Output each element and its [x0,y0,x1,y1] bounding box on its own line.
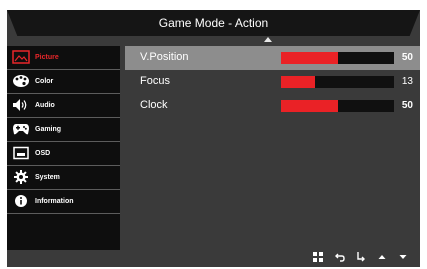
sidebar-item-label: Picture [35,54,59,61]
slider-fill [281,52,338,64]
sidebar-item-label: System [35,174,60,181]
sidebar-item-label: Audio [35,102,55,109]
sidebar-item-label: Gaming [35,126,62,133]
scroll-up-indicator-icon [264,37,272,42]
setting-label: Focus [140,75,170,87]
clock-slider[interactable] [281,100,394,112]
back-icon[interactable] [333,252,347,264]
gamepad-icon [12,122,30,136]
focus-slider[interactable] [281,76,394,88]
sidebar-item-label: OSD [35,150,51,157]
gear-icon [12,170,30,184]
sidebar-item-picture[interactable]: Picture [7,46,120,70]
sidebar-item-system[interactable]: System [7,166,120,190]
sidebar: Picture Color Audio Gaming OSD System In… [7,46,120,250]
menu-grid-icon[interactable] [311,252,325,264]
sidebar-item-information[interactable]: Information [7,190,120,214]
sidebar-item-label: Information [35,198,74,205]
info-icon [12,194,30,208]
slider-fill [281,76,315,88]
setting-value: 13 [401,76,413,87]
setting-value: 50 [401,52,413,63]
osd-window: Game Mode - Action Picture Color Audio G… [7,10,420,267]
down-arrow-icon[interactable] [396,252,410,264]
picture-icon [12,50,30,64]
up-arrow-icon[interactable] [375,252,389,264]
palette-icon [12,74,30,88]
setting-label: V.Position [140,51,189,63]
sidebar-item-audio[interactable]: Audio [7,94,120,118]
sidebar-item-osd[interactable]: OSD [7,142,120,166]
button-guide-bar [7,250,420,267]
osd-title: Game Mode - Action [7,10,420,36]
setting-row-focus[interactable]: Focus 13 [125,70,420,94]
v-position-slider[interactable] [281,52,394,64]
setting-row-clock[interactable]: Clock 50 [125,94,420,118]
speaker-icon [12,98,30,112]
setting-label: Clock [140,99,168,111]
sidebar-item-label: Color [35,78,54,85]
osd-icon [12,146,30,160]
settings-panel: V.Position 50 Focus 13 Clock 50 [125,46,420,250]
setting-row-v-position[interactable]: V.Position 50 [125,46,420,70]
sidebar-item-gaming[interactable]: Gaming [7,118,120,142]
enter-icon[interactable] [354,252,368,264]
setting-value: 50 [401,100,413,111]
sidebar-item-color[interactable]: Color [7,70,120,94]
slider-fill [281,100,338,112]
